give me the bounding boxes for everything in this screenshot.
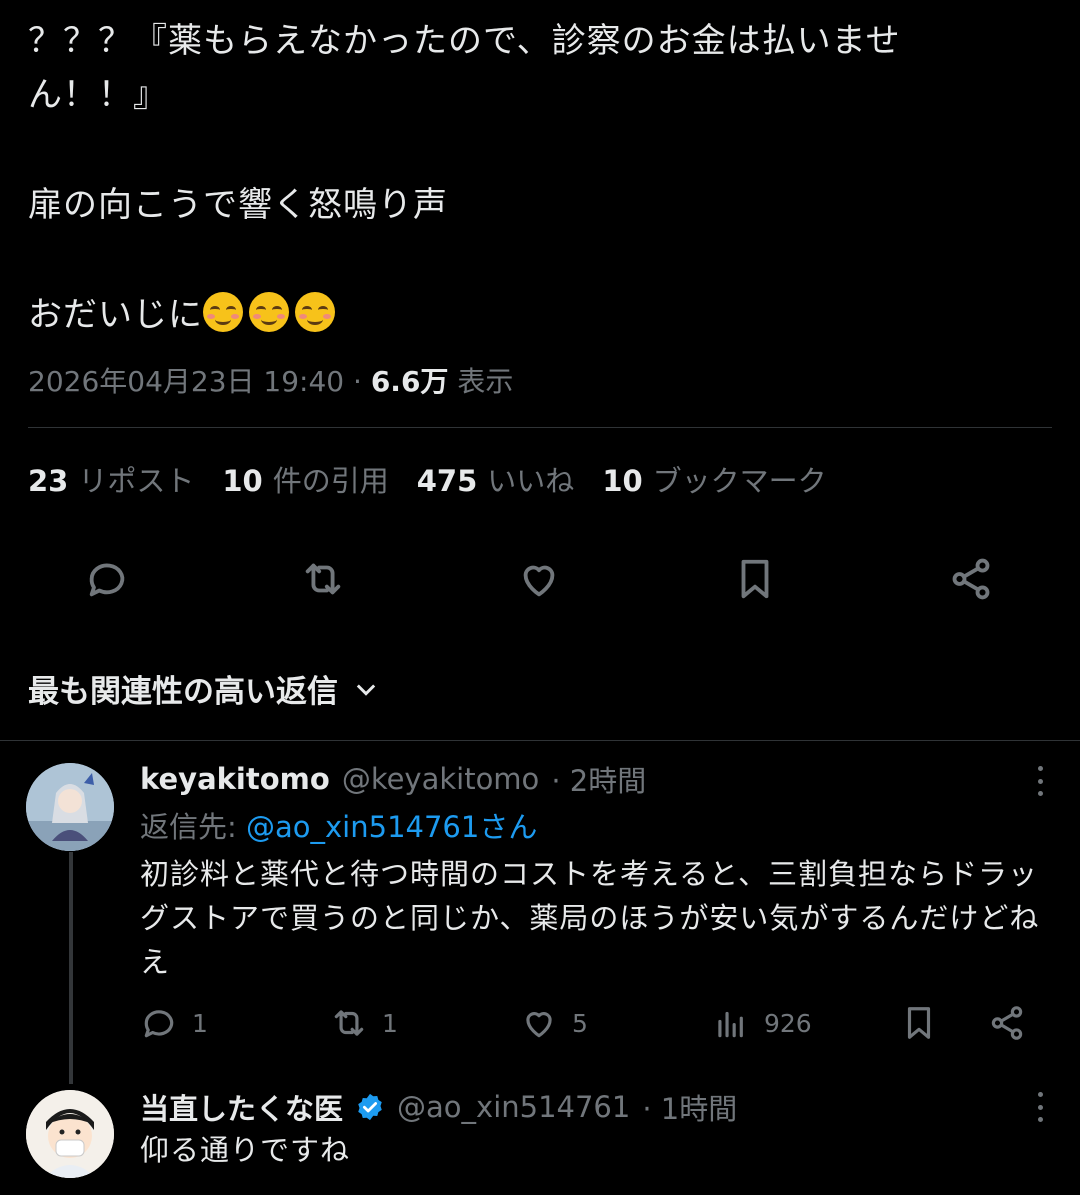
reply-button[interactable]: 1 [140,1000,208,1046]
tweet-meta: 2026年04月23日 19:40 · 6.6万 表示 [28,360,513,400]
reply-sort-dropdown[interactable]: 最も関連性の高い返信 [28,666,380,711]
tweet-stats: 23 リポスト 10 件の引用 475 いいね 10 ブックマーク [28,458,827,500]
meta-separator: · [353,365,362,398]
views-label: 表示 [457,365,514,398]
like-count: 5 [572,1008,588,1038]
reply-header: keyakitomo @keyakitomo · 2時間 [140,758,646,800]
divider [0,740,1080,741]
tweet-line: ？？？『薬もらえなかったので、診察のお金は払いませ [28,21,901,61]
views-button[interactable]: 926 [712,1000,812,1046]
tweet-line-text: おだいじに [28,295,203,335]
reposts-count: 23 [28,464,69,498]
tweet-timestamp[interactable]: 2026年04月23日 19:40 [28,365,344,398]
reply-author-handle[interactable]: @ao_xin514761 [397,1090,630,1124]
likes-count: 475 [416,464,478,498]
quotes-count: 10 [222,464,263,498]
view-count: 926 [764,1008,812,1038]
quotes-label: 件の引用 [272,464,389,498]
like-icon [526,1012,552,1038]
like-button[interactable]: 5 [520,1000,588,1046]
more-options-icon[interactable] [1036,1092,1044,1122]
reply-body: 初診料と薬代と待つ時間のコストを考えると、三割負担ならドラッグストアで買うのと同… [140,857,1040,979]
chevron-down-icon [356,683,376,696]
reply-action-bar: 1 1 5 926 [0,1000,1080,1050]
bookmark-button[interactable] [900,1000,938,1046]
reply-to: 返信先: @ao_xin514761さん [140,804,537,846]
tweet-text: ？？？『薬もらえなかったので、診察のお金は払いませ ん！！』 扉の向こうで響く怒… [28,14,1028,342]
smiling-face-emoji-icon [295,292,335,332]
tweet-action-bar [0,556,1080,606]
tweet-line: ん！！』 [28,75,168,115]
likes-label: いいね [487,464,575,498]
views-count: 6.6万 [370,365,449,398]
tweet-line-last: おだいじに [28,288,1028,342]
reply-author-name[interactable]: keyakitomo [140,762,330,796]
smiling-face-emoji-icon [249,292,289,332]
bookmark-icon [907,1007,931,1039]
bookmarks-count: 10 [602,464,643,498]
repost-icon [334,1010,364,1036]
reply-to-mention[interactable]: @ao_xin514761さん [246,810,537,844]
views-icon [718,1011,743,1038]
bookmarks-stat[interactable]: 10 ブックマーク [602,458,826,500]
reply-icon [144,1010,174,1038]
reply-time[interactable]: · 2時間 [551,758,646,800]
reply-author-handle[interactable]: @keyakitomo [342,762,540,796]
repost-icon[interactable] [300,556,346,602]
like-icon[interactable] [516,556,562,602]
bookmark-icon[interactable] [732,556,778,602]
share-icon [991,1006,1023,1040]
avatar[interactable] [26,763,114,851]
avatar[interactable] [26,1090,114,1178]
quotes-stat[interactable]: 10 件の引用 [222,458,388,500]
share-icon[interactable] [948,556,994,602]
repost-button[interactable]: 1 [330,1000,398,1046]
share-button[interactable] [988,1000,1026,1046]
more-options-icon[interactable] [1036,766,1044,796]
verified-badge-icon [358,1093,382,1121]
reply-time[interactable]: · 1時間 [642,1086,737,1128]
reply-count: 1 [192,1008,208,1038]
likes-stat[interactable]: 475 いいね [417,458,575,500]
divider [28,427,1052,428]
reposts-stat[interactable]: 23 リポスト [28,458,194,500]
reply-icon[interactable] [84,556,130,602]
reposts-label: リポスト [78,464,195,498]
reply-to-label: 返信先: [140,810,246,844]
tweet-line: 扉の向こうで響く怒鳴り声 [28,185,448,225]
reply-author-name[interactable]: 当直したくな医 [140,1086,343,1128]
reply-sort-label: 最も関連性の高い返信 [28,674,338,710]
reply-body: 仰る通りですね [140,1133,351,1167]
smiling-face-emoji-icon [203,292,243,332]
bookmarks-label: ブックマーク [652,464,827,498]
reply-header: 当直したくな医 @ao_xin514761 · 1時間 [140,1086,737,1128]
repost-count: 1 [382,1008,398,1038]
